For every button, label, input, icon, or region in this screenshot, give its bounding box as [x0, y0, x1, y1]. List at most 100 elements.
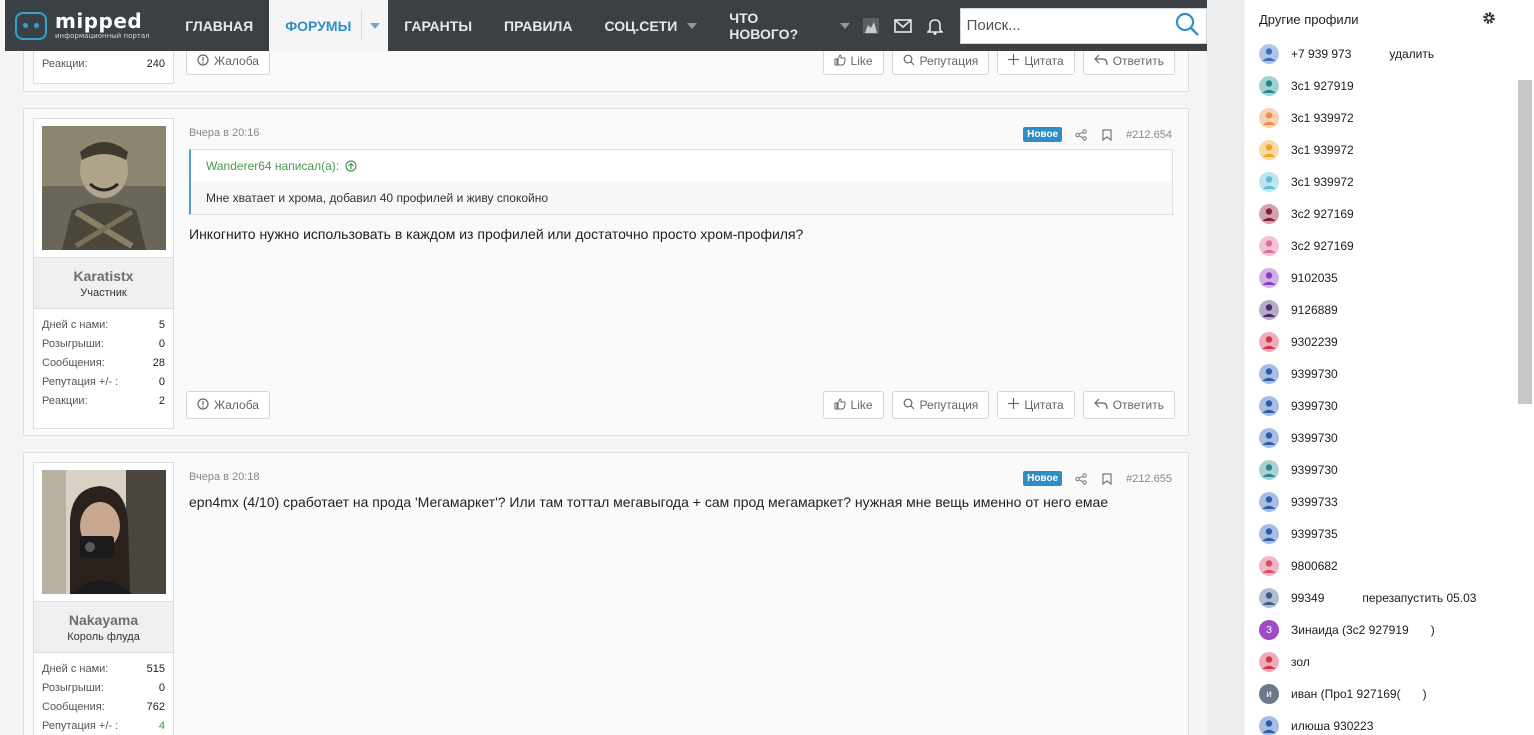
like-button[interactable]: Like: [822, 47, 884, 75]
profile-avatar-icon: [1259, 300, 1279, 320]
profile-item[interactable]: 3с1 927919: [1244, 70, 1534, 102]
nav-item-social[interactable]: СОЦ.СЕТИ: [588, 0, 713, 51]
profile-item[interactable]: илюша 930223: [1244, 710, 1534, 735]
user-role: Король флуда: [67, 630, 140, 643]
profile-item[interactable]: 3с2 927169: [1244, 230, 1534, 262]
post-time[interactable]: Вчера в 20:18: [189, 471, 260, 483]
user-avatar-icon[interactable]: [862, 17, 880, 35]
user-avatar[interactable]: [41, 126, 166, 250]
quote-author[interactable]: Wanderer64 написал(а):: [206, 159, 339, 173]
profile-item[interactable]: 9399730: [1244, 390, 1534, 422]
stat-value: 5: [158, 318, 165, 331]
profile-avatar-icon: [1259, 172, 1279, 192]
profile-item[interactable]: 3с1 939972: [1244, 166, 1534, 198]
report-button[interactable]: Жалоба: [186, 391, 270, 419]
stat-row: Реакции: 240: [42, 54, 165, 73]
user-info-cell: Nakayama Король флуда Дней с нами: 515 Ро…: [33, 462, 174, 735]
quote-button[interactable]: Цитата: [997, 47, 1075, 75]
profile-item[interactable]: 9399730: [1244, 422, 1534, 454]
profile-name: 3с2 927169: [1291, 239, 1354, 253]
profile-item[interactable]: 9399735: [1244, 518, 1534, 550]
scrollbar-thumb[interactable]: [1518, 80, 1532, 404]
stat-row: Дней с нами: 515: [42, 659, 165, 678]
profile-avatar-icon: [1259, 460, 1279, 480]
user-name[interactable]: Nakayama: [69, 612, 138, 628]
post-number[interactable]: #212.654: [1126, 129, 1172, 141]
chevron-down-icon: [839, 22, 850, 29]
profile-item[interactable]: и иван (Про1 927169(): [1244, 678, 1534, 710]
profile-item[interactable]: 9126889: [1244, 294, 1534, 326]
profile-name: 9399730: [1291, 463, 1338, 477]
bell-icon[interactable]: [926, 17, 944, 35]
user-name[interactable]: Karatistx: [74, 268, 134, 284]
bookmark-icon[interactable]: [1100, 472, 1114, 486]
user-avatar[interactable]: [41, 470, 166, 594]
reputation-button[interactable]: Репутация: [891, 391, 990, 419]
profile-avatar-icon: и: [1259, 684, 1279, 704]
stat-label: Реакции:: [42, 394, 88, 407]
reply-button[interactable]: Ответить: [1082, 391, 1175, 419]
top-navbar: mipped информационный портал ГЛАВНАЯ ФОР…: [5, 0, 1207, 51]
search-box: [959, 7, 1207, 44]
nav-item-social-label: СОЦ.СЕТИ: [604, 17, 678, 34]
reputation-button[interactable]: Репутация: [891, 47, 990, 75]
stat-value: 4: [158, 719, 165, 732]
profile-name: 9800682: [1291, 559, 1338, 573]
profile-item[interactable]: 9399730: [1244, 358, 1534, 390]
post-body: epn4mx (4/10) сработает на прода 'Мегама…: [189, 494, 1109, 510]
like-label: Like: [850, 398, 873, 412]
gear-icon[interactable]: [1482, 11, 1496, 28]
reputation-label: Репутация: [919, 54, 979, 68]
profile-item[interactable]: 9102035: [1244, 262, 1534, 294]
nav-item-forums[interactable]: ФОРУМЫ: [269, 0, 389, 51]
report-button[interactable]: Жалоба: [186, 47, 270, 75]
profile-name: 9399730: [1291, 399, 1338, 413]
profile-avatar-icon: [1259, 492, 1279, 512]
stat-label: Дней с нами:: [42, 662, 109, 675]
post-time[interactable]: Вчера в 20:16: [189, 127, 260, 139]
profile-name: +7 939 973: [1291, 47, 1352, 61]
nav-item-whats-new[interactable]: ЧТО НОВОГО?: [713, 0, 857, 51]
nav-item-guarantors[interactable]: ГАРАНТЫ: [388, 0, 488, 51]
site-logo[interactable]: mipped информационный портал: [5, 0, 169, 51]
stat-row: Репутация +/- : 4: [42, 716, 165, 735]
profile-avatar-icon: [1259, 652, 1279, 672]
quote-button[interactable]: Цитата: [997, 391, 1075, 419]
profile-item[interactable]: зол: [1244, 646, 1534, 678]
profile-name: 9102035: [1291, 271, 1338, 285]
profile-item[interactable]: 3с1 939972: [1244, 102, 1534, 134]
profile-item[interactable]: 9302239: [1244, 326, 1534, 358]
bookmark-icon[interactable]: [1100, 128, 1114, 142]
stat-value: 0: [158, 375, 165, 388]
stat-label: Сообщения:: [42, 356, 105, 369]
profile-item[interactable]: 9399730: [1244, 454, 1534, 486]
share-icon[interactable]: [1074, 128, 1088, 142]
chevron-down-icon: [370, 22, 381, 29]
profile-name: 99349: [1291, 591, 1325, 605]
share-icon[interactable]: [1074, 472, 1088, 486]
profile-item[interactable]: 9800682: [1244, 550, 1534, 582]
stat-row: Розыгрыши: 0: [42, 678, 165, 697]
profile-item[interactable]: 99349 перезапустить 05.03: [1244, 582, 1534, 614]
profile-item[interactable]: 3с2 927169: [1244, 198, 1534, 230]
profile-avatar-icon: [1259, 556, 1279, 576]
forums-dropdown-toggle[interactable]: [361, 10, 381, 41]
profile-name-suffix: ): [1430, 623, 1435, 637]
logo-name: mipped: [55, 9, 143, 33]
profile-item[interactable]: 9399733: [1244, 486, 1534, 518]
envelope-icon[interactable]: [893, 17, 912, 35]
search-icon[interactable]: [1174, 11, 1200, 41]
profile-item[interactable]: +7 939 973 удалить: [1244, 38, 1534, 70]
like-button[interactable]: Like: [822, 391, 884, 419]
reply-button[interactable]: Ответить: [1082, 47, 1175, 75]
profile-name: зол: [1291, 655, 1310, 669]
nav-item-rules[interactable]: ПРАВИЛА: [488, 0, 588, 51]
profile-avatar-icon: [1259, 428, 1279, 448]
profile-item[interactable]: З Зинаида (3с2 927919): [1244, 614, 1534, 646]
profile-name-suffix: ): [1422, 687, 1427, 701]
profile-item[interactable]: 3с1 939972: [1244, 134, 1534, 166]
post-number[interactable]: #212.655: [1126, 473, 1172, 485]
search-input[interactable]: [966, 17, 1174, 34]
nav-item-home[interactable]: ГЛАВНАЯ: [169, 0, 269, 51]
arrow-up-circle-icon[interactable]: [345, 160, 357, 172]
